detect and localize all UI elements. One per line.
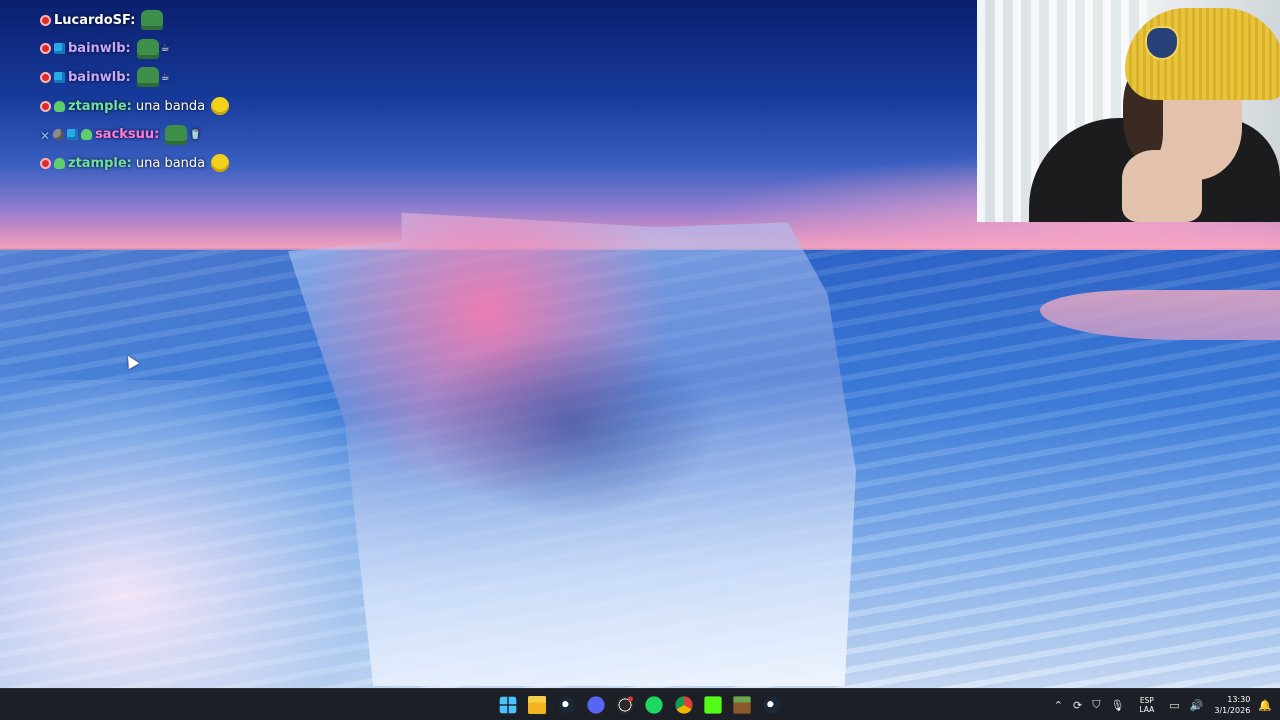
clock-time: 13:30 [1227, 695, 1251, 704]
webcam-overlay [977, 0, 1280, 222]
language-code: ESP [1139, 696, 1154, 705]
chat-username: LucardoSF: [54, 12, 136, 28]
chat-text: una banda [135, 155, 206, 171]
cube-icon [67, 129, 79, 141]
leaf-icon [54, 157, 65, 169]
taskbar-apps [496, 693, 789, 717]
cube-icon [54, 71, 65, 83]
notification-bell-icon[interactable]: 🔔 [1258, 699, 1272, 712]
beanie-logo [1145, 26, 1179, 60]
cup-emote-icon: 🥤 [189, 129, 202, 141]
no-entry-icon [40, 100, 51, 112]
frog-emote-icon [141, 10, 164, 31]
chat-message: bainwlb: ☕ [40, 35, 370, 64]
coffee-emote-icon: ☕ [160, 43, 170, 55]
chat-message: ztample: una banda [40, 149, 370, 178]
chat-username: bainwlb: [68, 41, 131, 57]
no-entry-icon [40, 14, 51, 26]
chat-username: sacksuu: [95, 127, 160, 143]
chevron-up-icon[interactable]: ⌃ [1054, 699, 1063, 712]
language-indicator[interactable]: ESP LAA [1139, 696, 1154, 714]
steam-icon[interactable] [558, 696, 575, 714]
chat-message: bainwlb: ☕ [40, 63, 370, 92]
taskbar: ⌃ ⟳ ⛉ 🎙 ESP LAA ▭ 🔊 13:30 3/1/2026 🔔 [0, 688, 1280, 720]
grimace-emote-icon [211, 97, 230, 116]
leaf-icon [54, 100, 65, 112]
microphone-icon[interactable]: 🎙 [1110, 699, 1124, 712]
clock[interactable]: 13:30 3/1/2026 [1214, 694, 1250, 716]
frog-emote-icon [165, 124, 188, 145]
coffee-emote-icon: ☕ [160, 71, 170, 83]
chat-message: ✕ sacksuu: 🥤 [40, 120, 370, 149]
chat-text: una banda [135, 98, 206, 114]
no-entry-icon [40, 71, 51, 83]
shield-icon[interactable]: ⛉ [1092, 698, 1100, 712]
person-hand [1122, 150, 1202, 222]
frog-emote-icon [136, 67, 159, 88]
sync-icon[interactable]: ⟳ [1073, 699, 1082, 712]
moon-icon [53, 129, 65, 141]
minecraft-icon[interactable] [733, 696, 752, 714]
chrome-icon[interactable] [675, 696, 693, 714]
clock-date: 3/1/2026 [1214, 706, 1251, 715]
stream-chat-overlay: LucardoSF: bainwlb: ☕ bainwlb: ☕ ztample… [40, 6, 370, 178]
grimace-emote-icon [211, 154, 230, 173]
volume-icon[interactable]: 🔊 [1190, 699, 1204, 712]
chat-username: ztample: [68, 98, 132, 114]
steam-icon[interactable] [763, 696, 781, 714]
no-entry-icon [40, 43, 51, 55]
obs-icon[interactable] [616, 696, 634, 714]
chat-message: ztample: una banda [40, 92, 370, 121]
sword-icon: ✕ [40, 129, 51, 144]
keyboard-layout: LAA [1139, 705, 1155, 714]
frog-emote-icon [136, 38, 159, 59]
file-explorer-icon[interactable] [528, 696, 547, 714]
chat-message: LucardoSF: [40, 6, 370, 35]
windows-start-icon[interactable] [499, 696, 517, 714]
no-entry-icon [40, 157, 51, 169]
chat-username: ztample: [68, 155, 132, 171]
kick-icon[interactable] [704, 696, 722, 714]
discord-icon[interactable] [587, 696, 605, 714]
chat-username: bainwlb: [68, 69, 131, 85]
ice-block-shade [420, 330, 720, 520]
system-tray: ⌃ ⟳ ⛉ 🎙 ESP LAA ▭ 🔊 13:30 3/1/2026 🔔 [1049, 689, 1272, 720]
recording-dot-icon [628, 696, 634, 702]
leaf-icon [81, 129, 93, 141]
network-icon[interactable]: ▭ [1169, 699, 1179, 712]
cube-icon [54, 43, 65, 55]
spotify-icon[interactable] [645, 696, 664, 714]
